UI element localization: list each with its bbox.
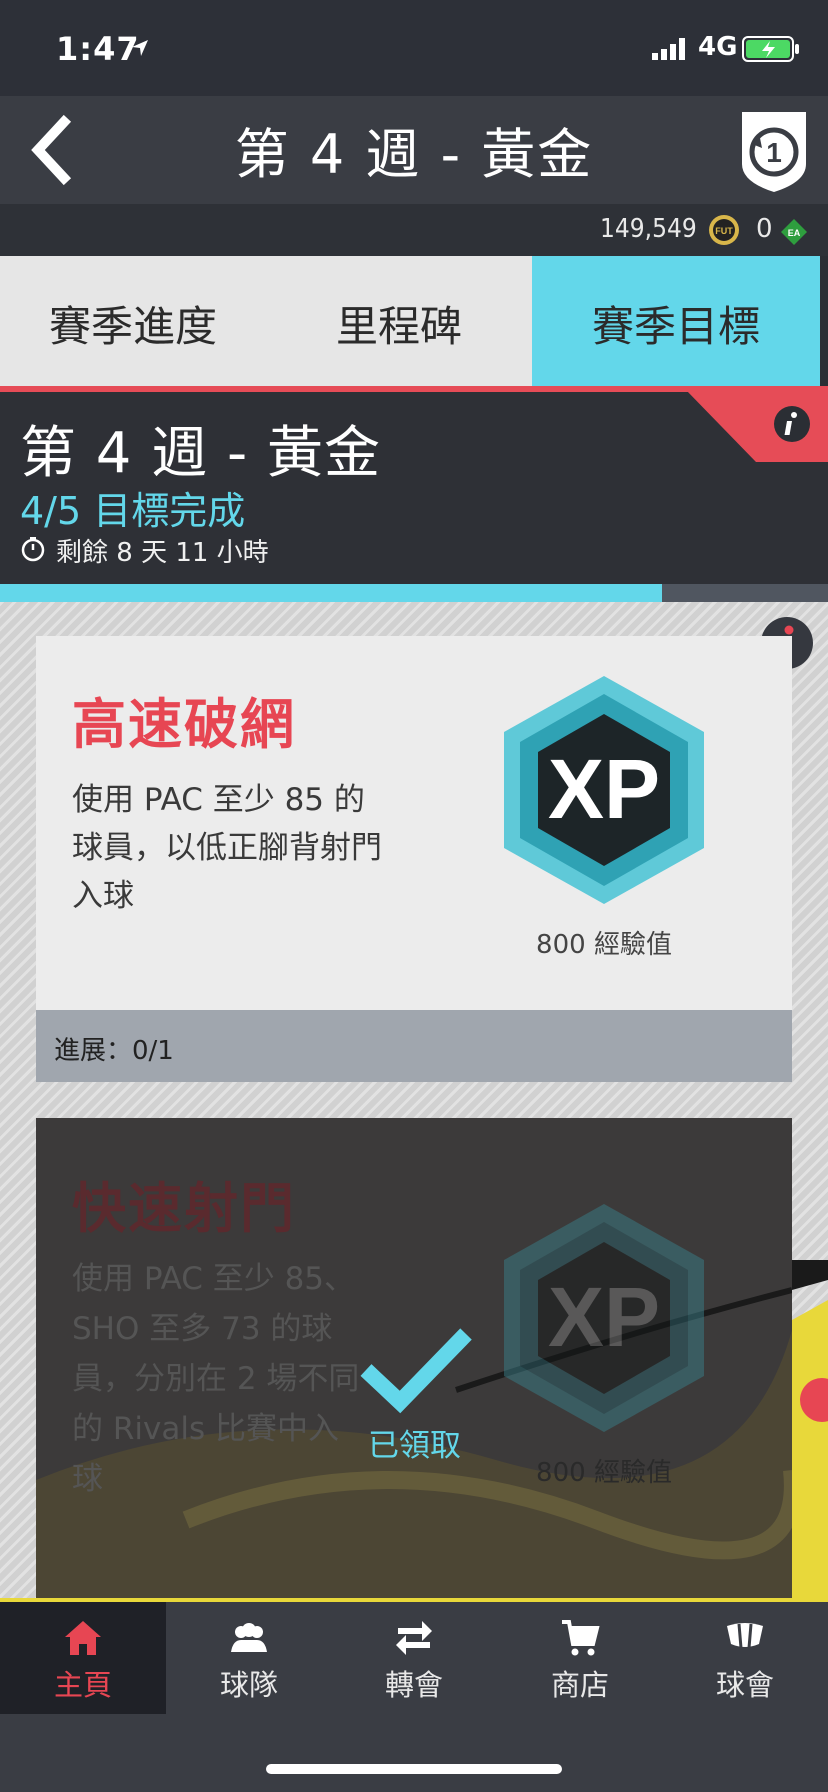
nav-home[interactable]: 主頁 (0, 1602, 166, 1714)
reward-label: 800 經驗值 (536, 930, 672, 960)
season-number: 1 (766, 137, 782, 168)
nav-label: 商店 (550, 1668, 609, 1702)
nav-club[interactable]: 球隊 (166, 1602, 332, 1714)
nav-transfers[interactable]: 轉會 (331, 1602, 497, 1714)
home-indicator-area (0, 1718, 828, 1792)
tab-season-objectives[interactable]: 賽季目標 (532, 256, 820, 390)
network-type: 4G (698, 32, 738, 62)
store-icon (562, 1620, 600, 1656)
points-label: EA (788, 228, 801, 238)
tab-milestones[interactable]: 里程碑 (266, 256, 532, 390)
xp-reward-icon: XP (504, 1204, 704, 1432)
club-icon (231, 1623, 267, 1652)
points-balance: 0 (756, 214, 773, 244)
checkmark-icon (360, 1328, 472, 1414)
home-icon (65, 1621, 101, 1655)
coin-balance: 149,549 (600, 214, 697, 244)
timer-icon (21, 537, 45, 562)
home-indicator[interactable] (266, 1764, 562, 1774)
nav-label: 球隊 (219, 1668, 278, 1702)
objective-description: 使用 PAC 至少 85 的球員，以低正腳背射門入球 (72, 782, 382, 914)
season-badge-icon[interactable]: 1 (736, 108, 812, 194)
objective-progress: 進展：0/1 (54, 1036, 174, 1066)
fc-icon (727, 1623, 763, 1649)
page-title: 第 4 週 - 黃金 (234, 123, 594, 186)
tab-edge (820, 256, 828, 390)
nav-football-club[interactable]: 球會 (662, 1602, 828, 1714)
coin-label: FUT (715, 226, 733, 236)
week-progress-fill (0, 584, 662, 602)
fifa-points-icon: EA (781, 219, 807, 245)
claimed-status: 已領取 (368, 1428, 461, 1464)
reward-label: 800 經驗值 (536, 1458, 672, 1488)
fut-coin-icon: FUT (709, 215, 739, 245)
time-remaining: 剩餘 8 天 11 小時 (56, 538, 269, 568)
xp-reward-icon: XP (504, 676, 704, 904)
battery-icon (742, 36, 799, 62)
week-objectives-complete: 4/5 目標完成 (20, 489, 246, 533)
info-icon[interactable] (772, 404, 812, 444)
xp-icon-text: XP (548, 742, 660, 836)
nav-label: 球會 (715, 1668, 774, 1702)
week-title: 第 4 週 - 黃金 (20, 421, 382, 486)
xp-icon-text: XP (548, 1270, 660, 1364)
objective-title: 高速破網 (72, 693, 296, 756)
nav-label: 轉會 (384, 1668, 443, 1702)
transfer-icon (396, 1621, 432, 1655)
nav-store[interactable]: 商店 (497, 1602, 663, 1714)
nav-label: 主頁 (53, 1668, 112, 1702)
objective-description: 使用 PAC 至少 85、SHO 至多 73 的球員，分別在 2 場不同的 Ri… (72, 1261, 360, 1497)
tab-season-progress[interactable]: 賽季進度 (0, 256, 266, 390)
status-time: 1:47 (56, 30, 140, 68)
side-decoration (792, 1260, 828, 1600)
location-arrow-icon (132, 40, 148, 56)
objective-title: 快速射門 (72, 1177, 296, 1240)
signal-icon (652, 38, 685, 60)
currency-row (0, 204, 828, 256)
